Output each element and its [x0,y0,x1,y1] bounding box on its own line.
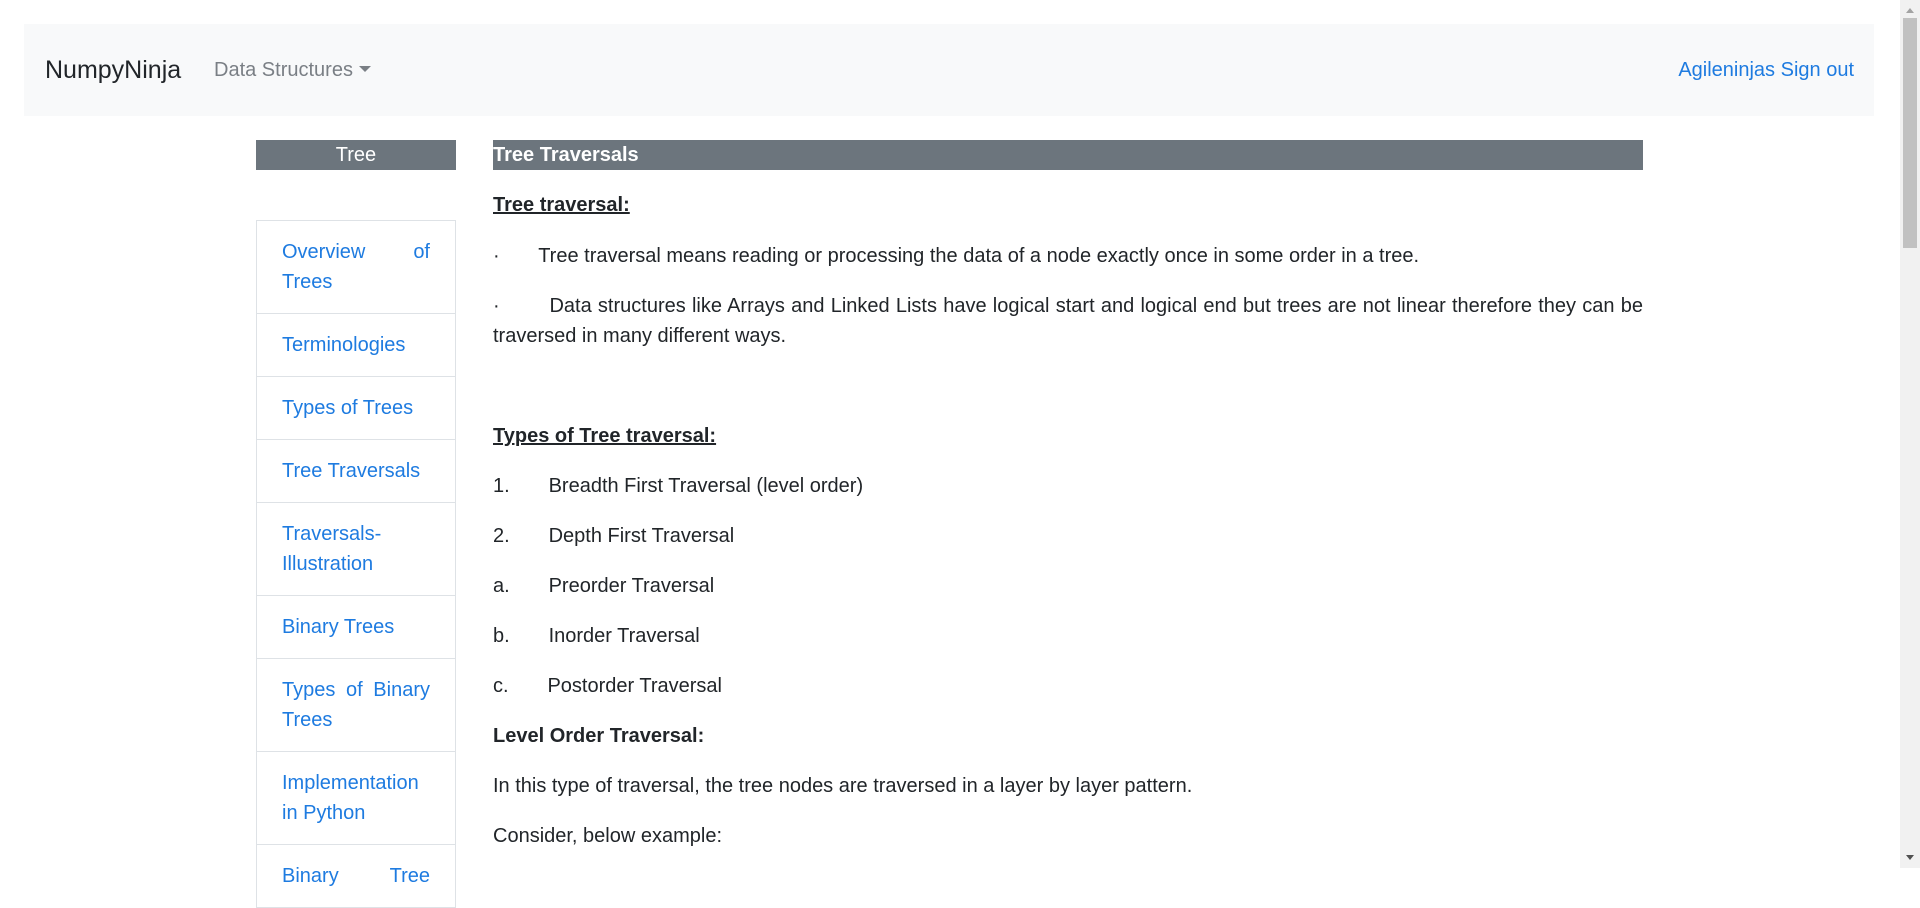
sidebar-item-implementation-in-python[interactable]: Implementation in Python [257,752,455,845]
level-order-description: In this type of traversal, the tree node… [493,775,1193,797]
sidebar-item-binary-tree[interactable]: Binary Tree [257,845,455,908]
chevron-down-icon [358,66,371,72]
list-item: b. Inorder Traversal [493,625,700,647]
section-title-level-order: Level Order Traversal: [493,725,705,747]
sidebar-item-tree-traversals[interactable]: Tree Traversals [257,440,455,503]
scroll-down-arrow-icon[interactable] [1906,855,1914,860]
list-item: 2. Depth First Traversal [493,525,735,547]
page-title: Tree Traversals [493,140,1643,170]
list-item: a. Preorder Traversal [493,575,715,597]
data-structures-dropdown[interactable]: Data Structures [214,24,371,116]
bullet-linear-structures: · Data structures like Arrays and Linked… [493,295,1649,347]
sidebar-item-terminologies[interactable]: Terminologies [257,314,455,377]
sidebar-item-traversals-illustration[interactable]: Traversals-Illustration [257,503,455,596]
list-item: c. Postorder Traversal [493,675,722,697]
page-scrollbar[interactable] [1900,0,1920,868]
list-item: 1. Breadth First Traversal (level order) [493,475,864,497]
sidebar-item-overview-of-trees[interactable]: Overview of Trees [257,221,455,314]
section-title-types-of-traversal: Types of Tree traversal: [493,425,717,447]
sidebar-item-types-of-trees[interactable]: Types of Trees [257,377,455,440]
sidebar-item-binary-trees[interactable]: Binary Trees [257,596,455,659]
sidebar-topic-list: Overview of Trees Terminologies Types of… [256,220,456,908]
scroll-thumb[interactable] [1903,18,1917,248]
brand-logo[interactable]: NumpyNinja [45,24,181,116]
example-intro: Consider, below example: [493,825,723,847]
dropdown-label: Data Structures [214,59,353,81]
sign-out-link[interactable]: Sign out [1781,59,1854,81]
sidebar-heading: Tree [256,140,456,170]
section-title-tree-traversal: Tree traversal: [493,194,630,216]
bullet-definition: · Tree traversal means reading or proces… [493,245,1420,267]
scroll-up-arrow-icon[interactable] [1906,8,1914,13]
sidebar-item-types-of-binary-trees[interactable]: Types of Binary Trees [257,659,455,752]
top-navbar: NumpyNinja Data Structures Agileninjas S… [24,24,1874,116]
user-link[interactable]: Agileninjas [1678,59,1775,81]
user-links: Agileninjas Sign out [1678,24,1854,116]
